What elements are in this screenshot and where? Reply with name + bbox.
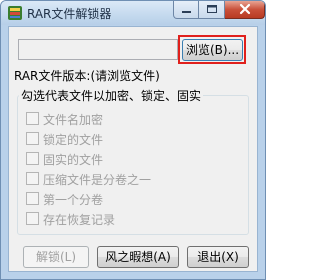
- checkbox[interactable]: [26, 152, 39, 165]
- options-group-title: 勾选代表文件以加密、锁定、固实: [19, 87, 204, 104]
- unlock-button[interactable]: 解锁(L): [23, 246, 89, 268]
- checkbox-label: 第一个分卷: [43, 193, 104, 207]
- minimize-icon: [182, 11, 191, 13]
- checkbox[interactable]: [26, 192, 39, 205]
- minimize-button[interactable]: [173, 1, 199, 19]
- checkbox-solid-file[interactable]: 固实的文件: [26, 151, 103, 167]
- dialog-body: 浏览(B)... RAR文件版本:(请浏览文件) 勾选代表文件以加密、锁定、固实…: [8, 26, 258, 272]
- checkbox[interactable]: [26, 172, 39, 185]
- maximize-button[interactable]: [199, 1, 225, 19]
- checkbox-label: 锁定的文件: [43, 133, 104, 147]
- file-path-input[interactable]: [18, 39, 178, 60]
- close-icon: [239, 3, 251, 15]
- checkbox-locked-file[interactable]: 锁定的文件: [26, 131, 103, 147]
- browse-button[interactable]: 浏览(B)...: [182, 39, 243, 61]
- checkbox-recovery-record[interactable]: 存在恢复记录: [26, 211, 115, 227]
- checkbox[interactable]: [26, 132, 39, 145]
- checkbox-first-volume[interactable]: 第一个分卷: [26, 191, 103, 207]
- title-bar[interactable]: RAR文件解锁器: [1, 1, 265, 25]
- checkbox-is-volume[interactable]: 压缩文件是分卷之一: [26, 171, 151, 187]
- maximize-icon: [207, 5, 217, 13]
- app-window: RAR文件解锁器 浏览(B)... RAR文件版本:(请浏览文件) 勾选代表文件…: [0, 0, 266, 280]
- checkbox-label: 文件名加密: [43, 113, 104, 127]
- checkbox[interactable]: [26, 112, 39, 125]
- window-title: RAR文件解锁器: [27, 7, 112, 21]
- close-button[interactable]: [225, 1, 265, 19]
- mode-button[interactable]: 风之暇想(A): [97, 246, 179, 268]
- rar-version-label: RAR文件版本:(请浏览文件): [14, 69, 160, 83]
- checkbox-label: 存在恢复记录: [43, 213, 116, 227]
- exit-button[interactable]: 退出(X): [187, 246, 249, 268]
- checkbox[interactable]: [26, 212, 39, 225]
- app-icon: [8, 6, 22, 20]
- checkbox-filename-encrypted[interactable]: 文件名加密: [26, 111, 103, 127]
- checkbox-label: 固实的文件: [43, 153, 104, 167]
- checkbox-label: 压缩文件是分卷之一: [43, 173, 152, 187]
